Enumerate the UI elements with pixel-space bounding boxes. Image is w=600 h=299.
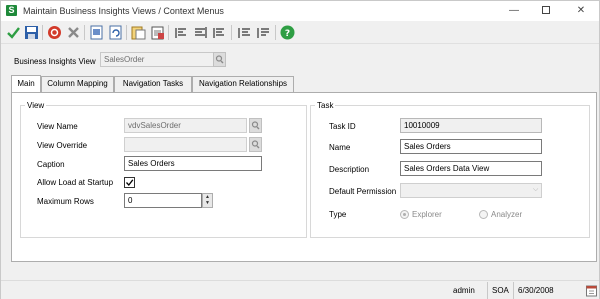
checkmark-icon [126, 179, 134, 187]
max-rows-stepper[interactable]: ▲ ▼ [202, 193, 213, 208]
type-explorer-radio[interactable] [400, 210, 409, 219]
main-tab-panel: View View Name vdvSalesOrder View Overri… [11, 92, 597, 262]
tab-navigation-relationships[interactable]: Navigation Relationships [192, 76, 294, 92]
business-insights-view-label: Business Insights View [14, 57, 96, 66]
allow-load-label: Allow Load at Startup [37, 178, 114, 187]
task-name-input[interactable]: Sales Orders [400, 139, 542, 154]
status-company: SOA [487, 282, 513, 299]
window-title: Maintain Business Insights Views / Conte… [23, 6, 224, 16]
view-icon[interactable] [88, 24, 105, 41]
minimize-button[interactable]: — [499, 1, 529, 21]
title-bar: S Maintain Business Insights Views / Con… [1, 1, 599, 21]
allow-load-checkbox[interactable] [124, 177, 135, 188]
view-override-label: View Override [37, 141, 88, 150]
description-label: Description [329, 165, 370, 174]
type-analyzer-label: Analyzer [491, 210, 523, 219]
default-permission-select[interactable] [400, 183, 542, 198]
task-name-label: Name [329, 143, 351, 152]
spin-down-icon[interactable]: ▼ [203, 200, 212, 206]
delete-icon[interactable] [65, 24, 82, 41]
view-override-input[interactable] [124, 137, 247, 152]
align-left-icon[interactable] [173, 24, 190, 41]
view-override-lookup-button[interactable] [249, 137, 262, 152]
type-explorer-label: Explorer [412, 210, 442, 219]
caption-label: Caption [37, 160, 65, 169]
view-group: View View Name vdvSalesOrder View Overri… [20, 101, 307, 238]
caption-input[interactable]: Sales Orders [124, 156, 262, 171]
status-user: admin [453, 286, 475, 295]
task-id-value: 10010009 [400, 118, 542, 133]
align-center-icon[interactable] [192, 24, 209, 41]
paste-icon[interactable] [149, 24, 166, 41]
chevron-down-icon[interactable]: ⌵ [533, 186, 587, 194]
calendar-icon[interactable] [586, 284, 597, 297]
type-analyzer-radio[interactable] [479, 210, 488, 219]
copy-icon[interactable] [130, 24, 147, 41]
task-group-title: Task [315, 101, 336, 110]
task-id-label: Task ID [329, 122, 356, 131]
business-insights-view-input[interactable]: SalesOrder [100, 52, 215, 67]
indent-icon[interactable] [236, 24, 253, 41]
app-logo-icon: S [6, 5, 17, 16]
default-permission-label: Default Permission [329, 187, 397, 196]
status-date: 6/30/2008 [513, 282, 563, 299]
max-rows-label: Maximum Rows [37, 197, 94, 206]
lookup-icon [251, 121, 260, 130]
view-name-label: View Name [37, 122, 78, 131]
view-name-lookup-button[interactable] [249, 118, 262, 133]
lookup-icon [251, 140, 260, 149]
lookup-icon [215, 55, 224, 64]
type-label: Type [329, 210, 347, 219]
help-icon[interactable]: ? [279, 24, 296, 41]
tab-navigation-tasks[interactable]: Navigation Tasks [114, 76, 192, 92]
description-input[interactable]: Sales Orders Data View [400, 161, 542, 176]
cancel-icon[interactable] [46, 24, 63, 41]
save-icon[interactable] [23, 24, 40, 41]
refresh-icon[interactable] [107, 24, 124, 41]
max-rows-input[interactable]: 0 [124, 193, 202, 208]
align-right-icon[interactable] [211, 24, 228, 41]
tab-column-mapping[interactable]: Column Mapping [41, 76, 114, 92]
view-group-title: View [25, 101, 47, 110]
maximize-button[interactable] [531, 1, 561, 21]
outdent-icon[interactable] [255, 24, 272, 41]
accept-check-icon[interactable] [5, 24, 22, 41]
main-window: S Maintain Business Insights Views / Con… [0, 0, 600, 299]
task-group: Task Task ID 10010009 Name Sales Orders … [310, 101, 590, 238]
tab-main[interactable]: Main [11, 75, 41, 92]
business-insights-view-lookup-button[interactable] [213, 52, 226, 67]
svg-text:?: ? [285, 29, 290, 39]
toolbar: ? [1, 22, 599, 44]
view-name-input[interactable]: vdvSalesOrder [124, 118, 247, 133]
close-button[interactable]: ✕ [566, 1, 596, 21]
status-bar: admin SOA 6/30/2008 [1, 280, 599, 299]
